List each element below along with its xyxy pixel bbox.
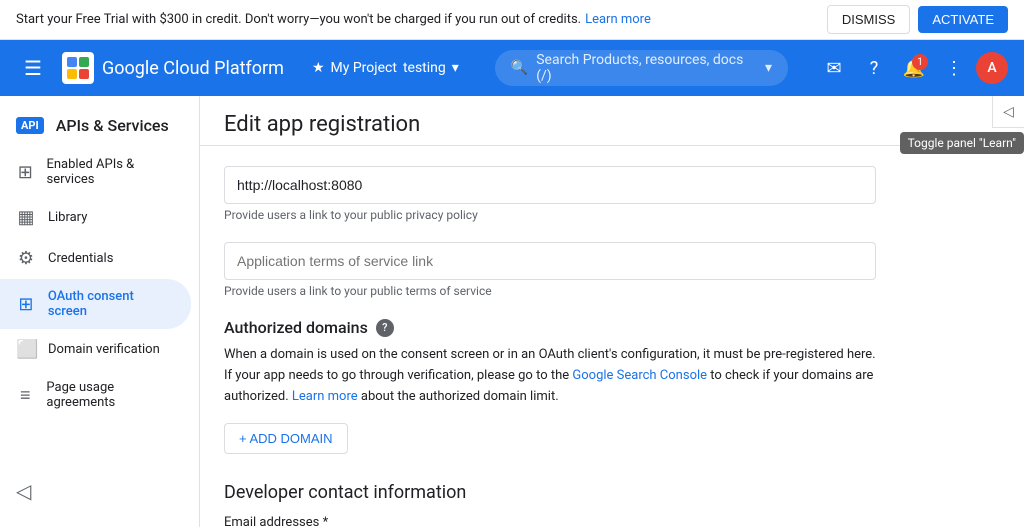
notifications-button[interactable]: 🔔 1 xyxy=(896,50,932,86)
sidebar-item-oauth[interactable]: ⊞ OAuth consent screen xyxy=(0,279,191,329)
sidebar-collapse-button[interactable]: ◁ xyxy=(0,471,47,511)
email-required-marker: * xyxy=(323,515,329,527)
user-avatar[interactable]: A xyxy=(976,52,1008,84)
authorized-domains-desc: When a domain is used on the consent scr… xyxy=(224,345,876,407)
banner-learn-more-link[interactable]: Learn more xyxy=(585,12,651,27)
content-area: Edit app registration ◁ Toggle panel "Le… xyxy=(200,96,1024,527)
enabled-apis-icon: ⊞ xyxy=(16,162,34,183)
sidebar-item-label: Credentials xyxy=(48,251,113,266)
sidebar-item-enabled-apis[interactable]: ⊞ Enabled APIs & services xyxy=(0,147,191,197)
api-badge: API xyxy=(16,117,44,134)
privacy-policy-hint: Provide users a link to your public priv… xyxy=(224,208,876,222)
privacy-policy-field: Provide users a link to your public priv… xyxy=(224,166,876,222)
toggle-panel-wrapper: ◁ Toggle panel "Learn" xyxy=(992,96,1024,128)
authorized-domains-section: Authorized domains ? When a domain is us… xyxy=(224,318,876,454)
activate-button[interactable]: ACTIVATE xyxy=(918,6,1008,33)
sidebar-header: API APIs & Services xyxy=(0,104,199,147)
page-title: Edit app registration xyxy=(224,112,1000,137)
cloud-shell-icon: ✉ xyxy=(826,58,841,79)
notification-count: 1 xyxy=(912,54,928,70)
sidebar: API APIs & Services ⊞ Enabled APIs & ser… xyxy=(0,96,200,527)
cloud-shell-button[interactable]: ✉ xyxy=(816,50,852,86)
more-options-icon: ⋮ xyxy=(945,58,963,79)
nav-bar: ☰ Google Cloud Platform ★ My Project tes… xyxy=(0,40,1024,96)
nav-search-bar[interactable]: 🔍 Search Products, resources, docs (/) ▾ xyxy=(495,50,788,86)
credentials-icon: ⚙ xyxy=(16,248,36,269)
privacy-policy-input[interactable] xyxy=(224,166,876,204)
nav-actions: ✉ ? 🔔 1 ⋮ A xyxy=(816,50,1008,86)
nav-project-prefix: My Project xyxy=(331,60,397,76)
toggle-panel-tooltip: Toggle panel "Learn" xyxy=(900,132,1024,154)
toggle-panel-button[interactable]: ◁ xyxy=(992,96,1024,128)
hamburger-icon[interactable]: ☰ xyxy=(16,48,50,88)
google-search-console-link[interactable]: Google Search Console xyxy=(572,368,707,383)
gcp-logo-icon xyxy=(62,52,94,84)
terms-of-service-field: Provide users a link to your public term… xyxy=(224,242,876,298)
page-usage-icon: ≡ xyxy=(16,385,34,406)
top-banner: Start your Free Trial with $300 in credi… xyxy=(0,0,1024,40)
sidebar-item-library[interactable]: ▦ Library xyxy=(0,197,191,238)
terms-of-service-input[interactable] xyxy=(224,242,876,280)
sidebar-item-page-usage[interactable]: ≡ Page usage agreements xyxy=(0,370,191,420)
oauth-icon: ⊞ xyxy=(16,294,36,315)
authorized-domains-help-icon[interactable]: ? xyxy=(376,319,394,337)
dismiss-button[interactable]: DISMISS xyxy=(827,5,910,34)
help-icon: ? xyxy=(870,58,879,79)
nav-project-selector[interactable]: ★ My Project testing ▾ xyxy=(304,56,467,80)
sidebar-item-label: Page usage agreements xyxy=(46,380,175,410)
help-button[interactable]: ? xyxy=(856,50,892,86)
nav-project-chevron: ▾ xyxy=(452,60,459,76)
add-domain-button[interactable]: + ADD DOMAIN xyxy=(224,423,348,454)
page-content: Provide users a link to your public priv… xyxy=(200,146,900,527)
nav-logo: Google Cloud Platform xyxy=(62,52,284,84)
sidebar-item-label: Domain verification xyxy=(48,342,160,357)
terms-of-service-hint: Provide users a link to your public term… xyxy=(224,284,876,298)
nav-logo-text: Google Cloud Platform xyxy=(102,58,284,79)
more-options-button[interactable]: ⋮ xyxy=(936,50,972,86)
nav-project-star: ★ xyxy=(312,60,325,76)
search-chevron-icon: ▾ xyxy=(765,60,772,76)
sidebar-item-credentials[interactable]: ⚙ Credentials xyxy=(0,238,191,279)
domain-icon: ⬜ xyxy=(16,339,36,360)
library-icon: ▦ xyxy=(16,207,36,228)
nav-project-name: testing xyxy=(403,60,446,76)
sidebar-item-label: Enabled APIs & services xyxy=(46,157,175,187)
banner-text: Start your Free Trial with $300 in credi… xyxy=(16,12,581,27)
search-placeholder-text: Search Products, resources, docs (/) xyxy=(536,52,757,84)
developer-contact-title: Developer contact information xyxy=(224,482,876,503)
learn-more-link[interactable]: Learn more xyxy=(292,389,358,404)
developer-contact-section: Developer contact information Email addr… xyxy=(224,482,876,527)
sidebar-item-label: Library xyxy=(48,210,87,225)
sidebar-header-text: APIs & Services xyxy=(56,116,169,135)
authorized-domains-title: Authorized domains ? xyxy=(224,318,876,337)
search-icon: 🔍 xyxy=(511,60,528,76)
sidebar-item-domain-verification[interactable]: ⬜ Domain verification xyxy=(0,329,191,370)
email-label: Email addresses * xyxy=(224,515,876,527)
sidebar-item-label: OAuth consent screen xyxy=(48,289,175,319)
main-layout: API APIs & Services ⊞ Enabled APIs & ser… xyxy=(0,96,1024,527)
